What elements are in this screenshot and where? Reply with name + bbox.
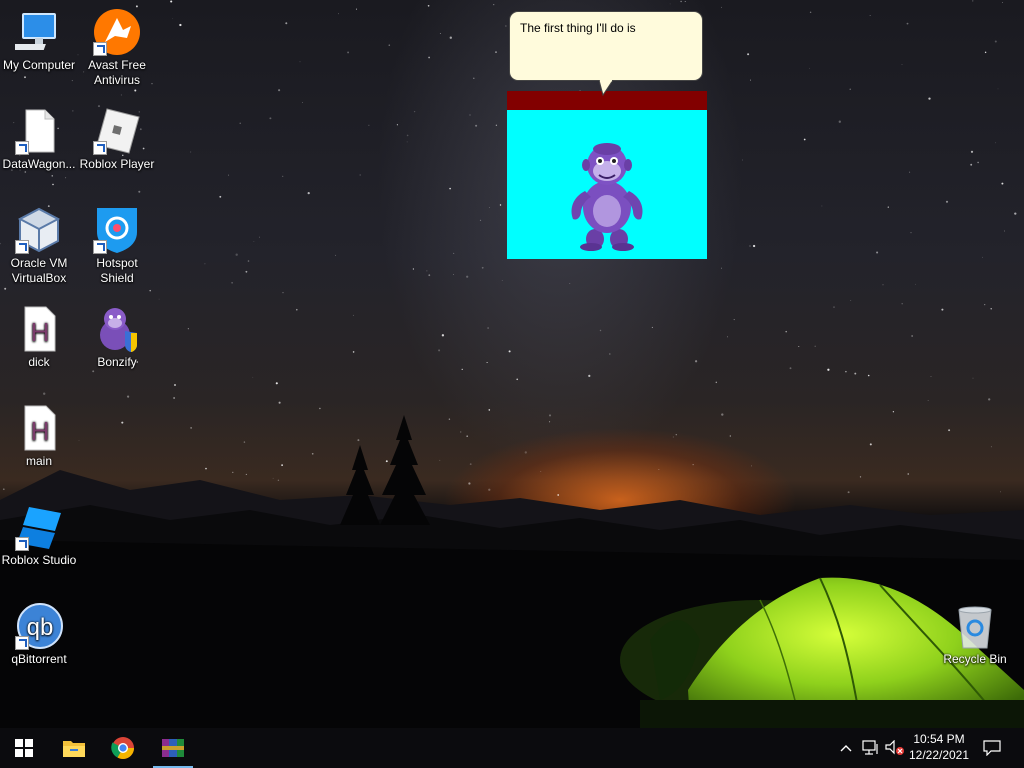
desktop-icon-bonzify[interactable]: Bonzify xyxy=(78,305,156,370)
desktop-icon-dick[interactable]: H dick xyxy=(0,305,78,370)
network-icon xyxy=(862,740,878,755)
icon-label: Roblox Player xyxy=(79,157,155,171)
taskbar-clock[interactable]: 10:54 PM 12/22/2021 xyxy=(904,731,974,765)
desktop-icon-my-computer[interactable]: My Computer xyxy=(0,8,78,73)
clock-date: 12/22/2021 xyxy=(908,748,970,762)
computer-icon xyxy=(15,8,63,56)
desktop-icon-hotspot-shield[interactable]: Hotspot Shield xyxy=(78,206,156,286)
volume-control[interactable] xyxy=(884,728,906,768)
desktop-icon-avast[interactable]: Avast Free Antivirus xyxy=(78,8,156,88)
bonzi-icon xyxy=(93,305,141,353)
icon-label: Recycle Bin xyxy=(943,652,1007,666)
shortcut-arrow-icon xyxy=(93,42,107,56)
shortcut-arrow-icon xyxy=(93,240,107,254)
svg-text:H: H xyxy=(31,416,50,446)
shortcut-arrow-icon xyxy=(93,141,107,155)
action-center-button[interactable] xyxy=(978,728,1006,768)
chevron-up-icon xyxy=(840,745,852,752)
speaker-muted-icon xyxy=(885,740,904,755)
icon-label: main xyxy=(25,454,52,468)
show-hidden-icons[interactable] xyxy=(836,728,856,768)
shortcut-arrow-icon xyxy=(15,537,29,551)
roblox-studio-icon xyxy=(15,503,63,551)
icon-label: My Computer xyxy=(2,58,76,72)
roblox-player-icon xyxy=(93,107,141,155)
shortcut-arrow-icon xyxy=(15,240,29,254)
taskbar-file-explorer[interactable] xyxy=(50,728,98,768)
desktop-icon-virtualbox[interactable]: Oracle VM VirtualBox xyxy=(0,206,78,286)
desktop-icon-recycle-bin[interactable]: Recycle Bin xyxy=(936,602,1014,667)
shortcut-arrow-icon xyxy=(15,141,29,155)
desktop-icon-qbittorrent[interactable]: qb qBittorrent xyxy=(0,602,78,667)
chrome-icon xyxy=(111,737,134,759)
network-status[interactable] xyxy=(860,728,882,768)
start-button[interactable] xyxy=(0,728,48,768)
virtualbox-icon xyxy=(15,206,63,254)
qbittorrent-icon: qb xyxy=(15,602,63,650)
notification-icon xyxy=(983,740,1001,756)
shortcut-arrow-icon xyxy=(15,636,29,650)
icon-label: Hotspot Shield xyxy=(96,256,138,285)
icon-label: Avast Free Antivirus xyxy=(88,58,146,87)
taskbar-chrome[interactable] xyxy=(99,728,147,768)
avast-icon xyxy=(93,8,141,56)
document-icon xyxy=(15,107,63,155)
speech-text: The first thing I'll do is xyxy=(520,21,636,35)
html-file-icon: H xyxy=(15,404,63,452)
desktop-icon-roblox-player[interactable]: Roblox Player xyxy=(78,107,156,172)
start-icon xyxy=(15,739,33,757)
hotspot-shield-icon xyxy=(93,206,141,254)
taskbar: 10:54 PM 12/22/2021 xyxy=(0,728,1024,768)
icon-label: qBittorrent xyxy=(11,652,67,666)
svg-text:H: H xyxy=(31,317,50,347)
desktop-icon-main[interactable]: H main xyxy=(0,404,78,469)
taskbar-winrar[interactable] xyxy=(149,728,197,768)
speech-bubble: The first thing I'll do is xyxy=(509,11,703,81)
icon-label: Roblox Studio xyxy=(1,553,77,567)
bonzi-buddy-window[interactable]: The first thing I'll do is xyxy=(507,11,707,259)
svg-text:qb: qb xyxy=(27,614,54,641)
file-explorer-icon xyxy=(63,741,85,757)
icon-label: Bonzify xyxy=(97,355,137,369)
winrar-icon xyxy=(162,739,184,757)
desktop-icon-roblox-studio[interactable]: Roblox Studio xyxy=(0,503,78,568)
desktop-icon-datawagon[interactable]: DataWagon... xyxy=(0,107,78,172)
icon-label: Oracle VM VirtualBox xyxy=(10,256,68,285)
speech-bubble-tail xyxy=(599,80,613,96)
recycle-bin-icon xyxy=(951,602,999,650)
bonzi-buddy-character[interactable] xyxy=(567,139,647,251)
html-file-icon: H xyxy=(15,305,63,353)
icon-label: DataWagon... xyxy=(2,157,76,171)
icon-label: dick xyxy=(28,355,50,369)
clock-time: 10:54 PM xyxy=(913,732,965,746)
